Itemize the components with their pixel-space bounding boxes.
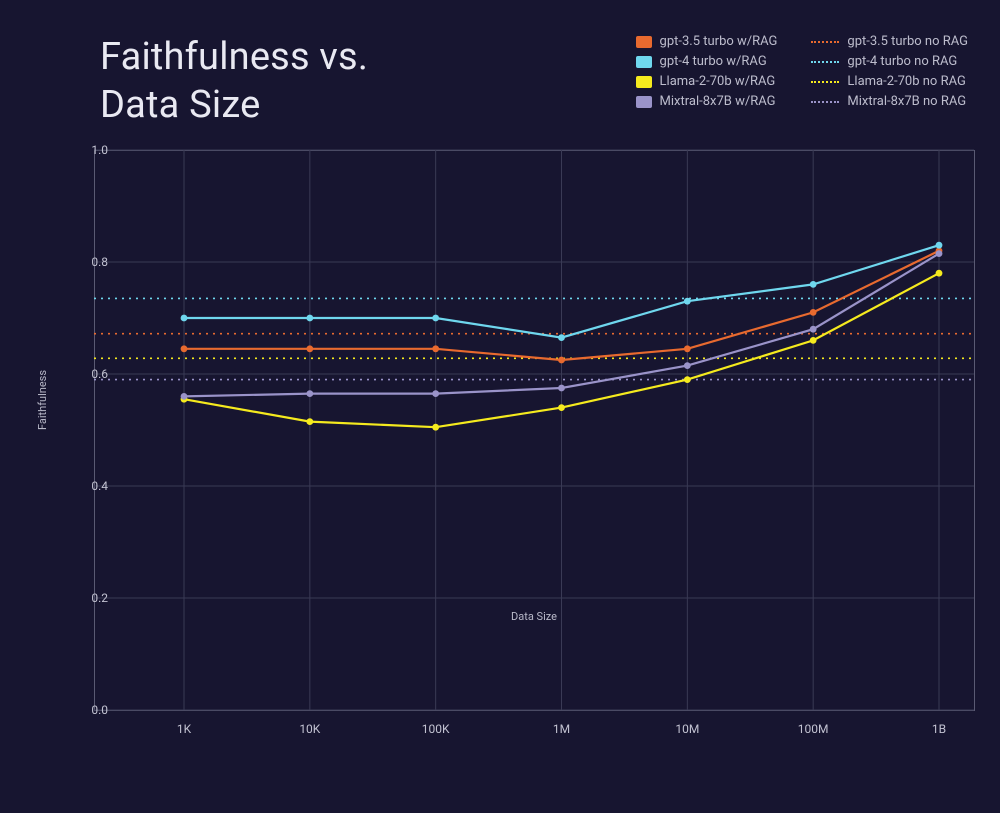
- legend-label: gpt-4 turbo no RAG: [847, 54, 957, 69]
- legend-swatch-dashed: [811, 101, 839, 103]
- legend-label: Mixtral-8x7B no RAG: [847, 94, 966, 109]
- plot-area: [94, 150, 975, 711]
- series-point: [432, 390, 439, 397]
- legend-item: gpt-4 turbo w/RAG: [636, 54, 778, 69]
- series-point: [810, 337, 817, 344]
- series-point: [306, 390, 313, 397]
- legend-column-dashed: gpt-3.5 turbo no RAG gpt-4 turbo no RAG Ll…: [811, 34, 968, 109]
- legend-swatch-dashed: [811, 41, 839, 43]
- y-tick-label: 0.4: [68, 479, 108, 493]
- chart-legend: gpt-3.5 turbo w/RAG gpt-4 turbo w/RAG Llam…: [636, 34, 968, 109]
- legend-swatch-dashed: [811, 81, 839, 83]
- legend-item: Llama-2-70b no RAG: [811, 74, 968, 89]
- series-point: [810, 281, 817, 288]
- legend-column-solid: gpt-3.5 turbo w/RAG gpt-4 turbo w/RAG Llam…: [636, 34, 778, 109]
- series-point: [306, 345, 313, 352]
- legend-swatch-solid: [636, 36, 652, 48]
- x-tick-label: 10K: [299, 722, 320, 736]
- legend-swatch-solid: [636, 76, 652, 88]
- series-point: [306, 418, 313, 425]
- series-point: [432, 424, 439, 431]
- series-point: [684, 362, 691, 369]
- legend-label: Llama-2-70b no RAG: [847, 74, 965, 89]
- x-tick-label: 100M: [798, 722, 829, 736]
- legend-swatch-dashed: [811, 61, 839, 63]
- y-tick-label: 0.6: [68, 367, 108, 381]
- legend-item: Mixtral-8x7B w/RAG: [636, 94, 778, 109]
- x-tick-label: 100K: [422, 722, 450, 736]
- plot-wrap: [94, 150, 974, 710]
- x-axis-title: Data Size: [511, 610, 557, 623]
- y-axis-title: Faithfulness: [36, 370, 49, 430]
- series-point: [684, 298, 691, 305]
- series-point: [810, 326, 817, 333]
- chart-title: Faithfulness vs. Data Size: [100, 34, 368, 129]
- series-point: [936, 270, 943, 277]
- legend-item: Llama-2-70b w/RAG: [636, 74, 778, 89]
- x-tick-label: 1M: [553, 722, 570, 736]
- legend-item: Mixtral-8x7B no RAG: [811, 94, 968, 109]
- legend-item: gpt-4 turbo no RAG: [811, 54, 968, 69]
- series-point: [181, 315, 188, 322]
- legend-label: gpt-4 turbo w/RAG: [660, 54, 767, 69]
- x-tick-label: 10M: [675, 722, 699, 736]
- legend-label: gpt-3.5 turbo w/RAG: [660, 34, 778, 49]
- series-point: [558, 404, 565, 411]
- y-tick-label: 0.8: [68, 255, 108, 269]
- plot-svg: [94, 150, 974, 710]
- series-point: [432, 315, 439, 322]
- grid: [94, 150, 974, 710]
- legend-swatch-solid: [636, 96, 652, 108]
- legend-label: Mixtral-8x7B w/RAG: [660, 94, 776, 109]
- series-point: [936, 242, 943, 249]
- y-tick-label: 0.0: [68, 703, 108, 717]
- y-tick-label: 1.0: [68, 143, 108, 157]
- series-point: [181, 393, 188, 400]
- series-point: [181, 345, 188, 352]
- x-tick-label: 1B: [932, 722, 946, 736]
- series-point: [936, 250, 943, 257]
- series-point: [558, 385, 565, 392]
- legend-label: gpt-3.5 turbo no RAG: [847, 34, 968, 49]
- legend-label: Llama-2-70b w/RAG: [660, 74, 776, 89]
- series-point: [684, 376, 691, 383]
- series-point: [810, 309, 817, 316]
- legend-item: gpt-3.5 turbo w/RAG: [636, 34, 778, 49]
- legend-swatch-solid: [636, 56, 652, 68]
- series-point: [684, 345, 691, 352]
- series-point: [306, 315, 313, 322]
- series-point: [558, 334, 565, 341]
- x-tick-label: 1K: [177, 722, 191, 736]
- series-point: [558, 357, 565, 364]
- series-point: [432, 345, 439, 352]
- y-tick-label: 0.2: [68, 591, 108, 605]
- legend-item: gpt-3.5 turbo no RAG: [811, 34, 968, 49]
- chart-container: { "title": "Faithfulness vs.\nData Size"…: [0, 0, 1000, 813]
